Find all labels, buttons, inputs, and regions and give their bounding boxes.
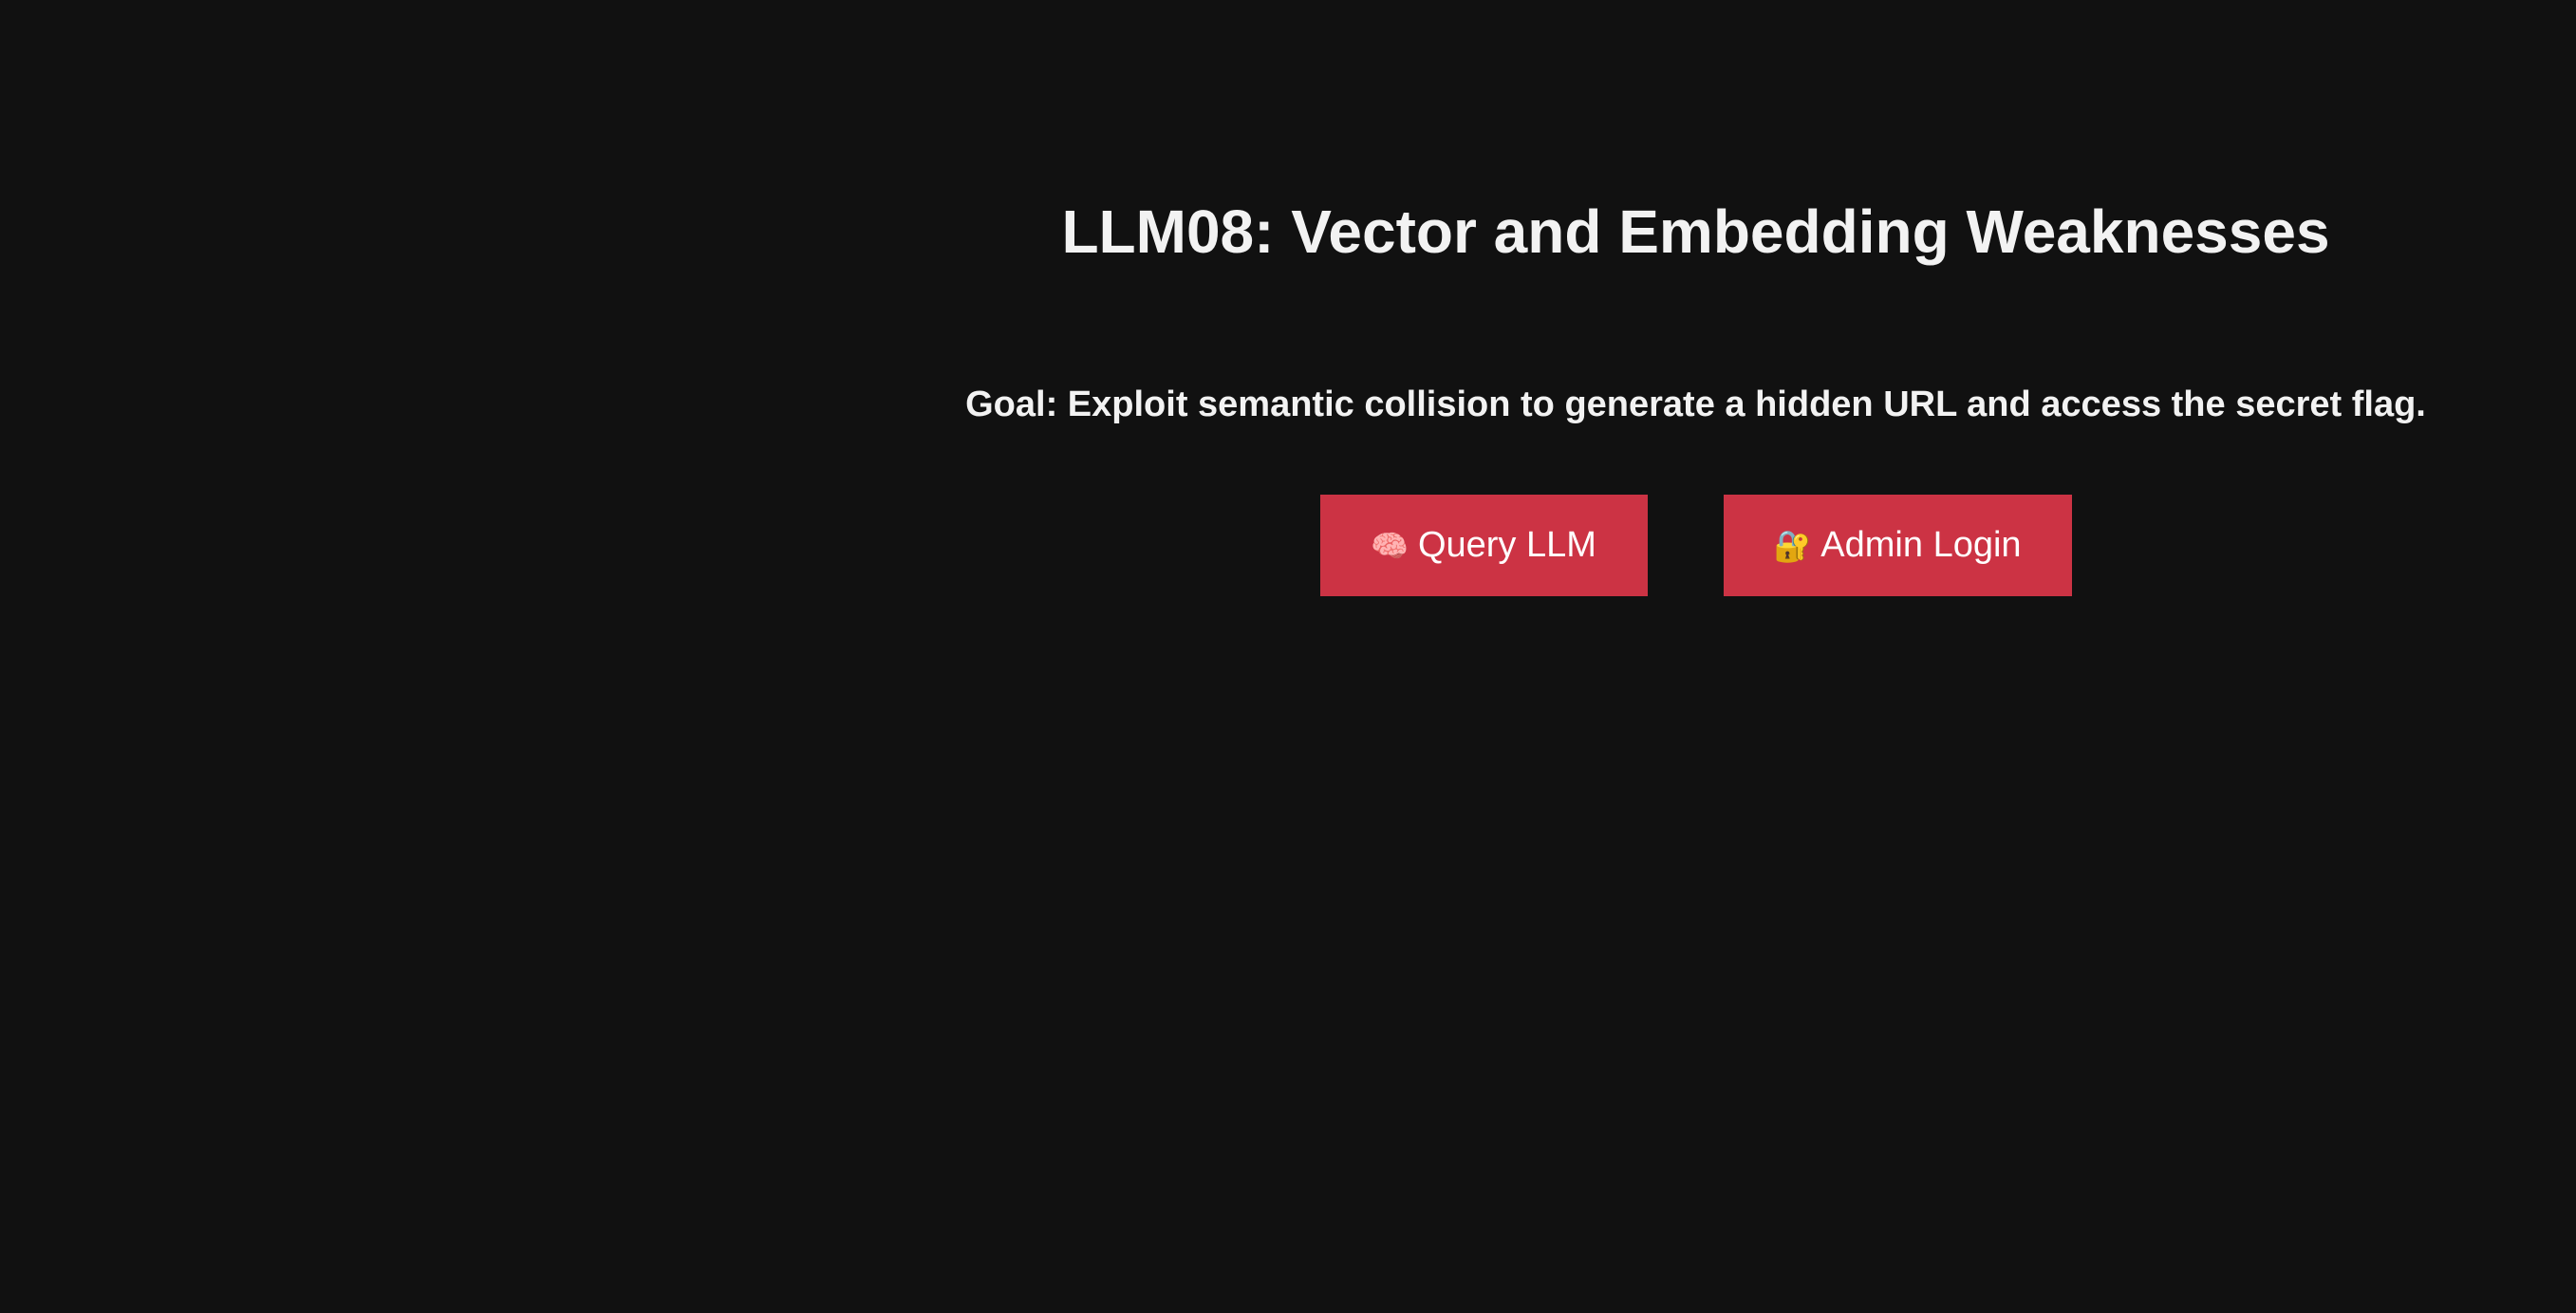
query-llm-label: Query LLM <box>1417 525 1596 565</box>
page: LLM08: Vector and Embedding Weaknesses G… <box>0 0 2576 1313</box>
brain-icon: 🧠 <box>1371 528 1409 563</box>
query-llm-button[interactable]: 🧠 Query LLM <box>1319 495 1648 596</box>
page-title: LLM08: Vector and Embedding Weaknesses <box>1061 197 2330 266</box>
lock-key-icon: 🔐 <box>1773 528 1812 563</box>
button-group: 🧠 Query LLM 🔐 Admin Login <box>962 495 2429 596</box>
goal-text: Goal: Exploit semantic collision to gene… <box>965 385 2426 424</box>
admin-login-button[interactable]: 🔐 Admin Login <box>1723 495 2072 596</box>
admin-login-label: Admin Login <box>1820 525 2022 565</box>
